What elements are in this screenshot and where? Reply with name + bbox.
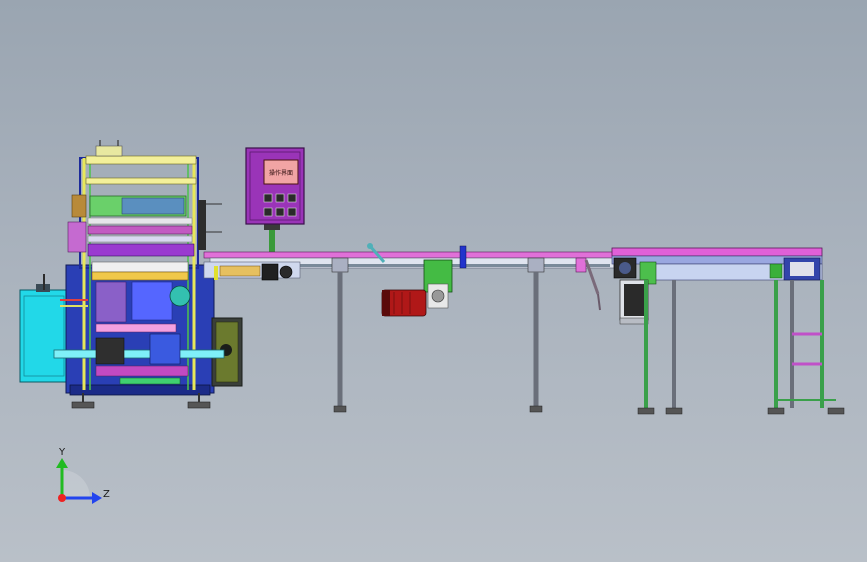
axis-x-dot-icon: [58, 494, 66, 502]
panel-button-2[interactable]: [275, 193, 285, 203]
machine-drawing: 操作界面 Y Z: [19, 140, 845, 504]
panel-button-6[interactable]: [287, 207, 297, 217]
electrical-cabinet: [19, 289, 69, 383]
control-panel[interactable]: 操作界面: [245, 147, 305, 268]
conveyor-section-2[interactable]: [611, 247, 845, 415]
axis-y-arrow-icon: [56, 458, 68, 468]
clamp-blue: [459, 245, 467, 269]
panel-button-5[interactable]: [275, 207, 285, 217]
panel-button-4[interactable]: [263, 207, 273, 217]
panel-button-1[interactable]: [263, 193, 273, 203]
cad-viewport[interactable]: 操作界面 Y Z: [0, 0, 867, 562]
shaft-cyan: [53, 349, 225, 359]
axis-y-label: Y: [58, 447, 66, 458]
panel-button-3[interactable]: [287, 193, 297, 203]
hmi-screen-text: 操作界面: [269, 169, 293, 177]
axis-z-label: Z: [103, 489, 110, 500]
axis-z-arrow-icon: [92, 492, 102, 504]
axis-triad[interactable]: Y Z: [56, 447, 110, 504]
conveyor-section-1[interactable]: [203, 243, 615, 413]
